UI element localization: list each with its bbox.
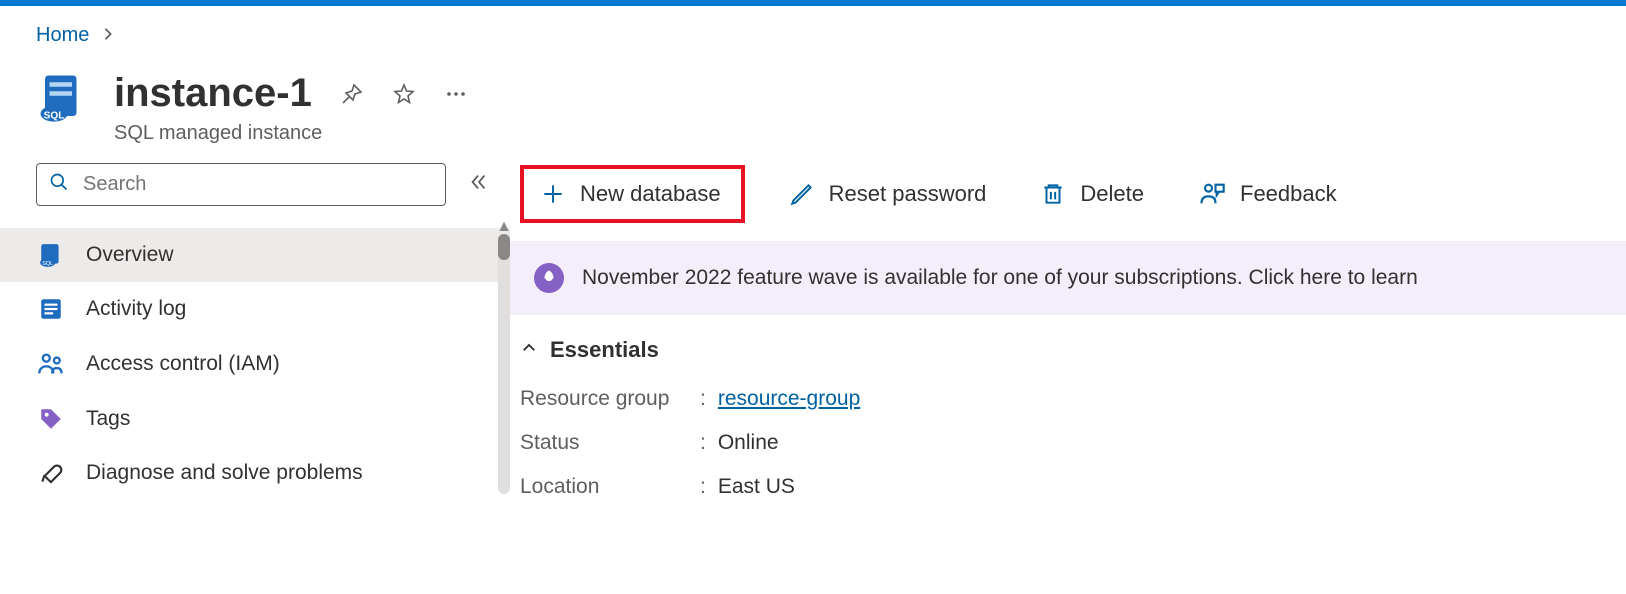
sidebar-item-label: Overview bbox=[86, 243, 174, 267]
main-content: New database Reset password Delete Feedb… bbox=[510, 153, 1626, 509]
sidebar-item-diagnose[interactable]: Diagnose and solve problems bbox=[0, 446, 510, 500]
svg-text:SQL: SQL bbox=[44, 110, 65, 121]
pin-button[interactable] bbox=[336, 78, 368, 110]
colon: : bbox=[700, 475, 718, 499]
feedback-icon bbox=[1198, 180, 1226, 208]
essentials-toggle[interactable]: Essentials bbox=[510, 315, 1626, 377]
access-control-icon bbox=[36, 350, 66, 378]
breadcrumb: Home bbox=[0, 6, 1626, 47]
sidebar-item-label: Activity log bbox=[86, 297, 186, 321]
sidebar-item-access-control[interactable]: Access control (IAM) bbox=[0, 336, 510, 392]
feedback-button[interactable]: Feedback bbox=[1188, 174, 1347, 214]
breadcrumb-home-link[interactable]: Home bbox=[36, 24, 89, 47]
colon: : bbox=[700, 431, 718, 455]
colon: : bbox=[700, 387, 718, 411]
essentials-row-resource-group: Resource group : resource-group bbox=[520, 377, 1626, 421]
pencil-icon bbox=[789, 181, 815, 207]
sidebar-item-label: Tags bbox=[86, 407, 130, 431]
sidebar: ▲ SQL Overview Activity log A bbox=[0, 153, 510, 500]
sql-instance-icon: SQL bbox=[36, 242, 66, 268]
trash-icon bbox=[1040, 181, 1066, 207]
resource-group-link[interactable]: resource-group bbox=[718, 387, 860, 410]
more-actions-button[interactable] bbox=[440, 78, 472, 110]
chevron-right-icon bbox=[101, 24, 115, 47]
collapse-sidebar-button[interactable] bbox=[468, 171, 490, 199]
highlight-annotation: New database bbox=[520, 165, 745, 223]
essentials-label: Status bbox=[520, 431, 700, 455]
scrollbar-thumb[interactable] bbox=[498, 234, 510, 260]
scrollbar-track[interactable] bbox=[498, 234, 510, 494]
essentials-table: Resource group : resource-group Status :… bbox=[510, 377, 1626, 509]
diagnose-icon bbox=[36, 460, 66, 486]
sidebar-item-overview[interactable]: SQL Overview bbox=[0, 228, 510, 282]
sidebar-item-activity-log[interactable]: Activity log bbox=[0, 282, 510, 336]
delete-button[interactable]: Delete bbox=[1030, 175, 1154, 213]
essentials-label: Location bbox=[520, 475, 700, 499]
info-banner[interactable]: November 2022 feature wave is available … bbox=[510, 241, 1626, 315]
banner-text: November 2022 feature wave is available … bbox=[582, 266, 1418, 290]
search-input[interactable] bbox=[81, 172, 433, 197]
location-value: East US bbox=[718, 475, 795, 499]
essentials-header-label: Essentials bbox=[550, 337, 659, 363]
essentials-row-status: Status : Online bbox=[520, 421, 1626, 465]
activity-log-icon bbox=[36, 296, 66, 322]
reset-password-button[interactable]: Reset password bbox=[779, 175, 997, 213]
svg-text:SQL: SQL bbox=[42, 261, 53, 267]
page-header: SQL instance-1 SQL managed instance bbox=[0, 47, 1626, 153]
essentials-row-location: Location : East US bbox=[520, 465, 1626, 509]
nav-list: ▲ SQL Overview Activity log A bbox=[0, 228, 510, 500]
plus-icon bbox=[540, 181, 566, 207]
sidebar-item-tags[interactable]: Tags bbox=[0, 392, 510, 446]
feedback-label: Feedback bbox=[1240, 181, 1337, 207]
new-database-button[interactable]: New database bbox=[530, 175, 731, 213]
essentials-label: Resource group bbox=[520, 387, 700, 411]
sql-managed-instance-icon: SQL bbox=[36, 71, 90, 125]
command-toolbar: New database Reset password Delete Feedb… bbox=[510, 159, 1626, 241]
status-value: Online bbox=[718, 431, 779, 455]
chevron-up-icon bbox=[520, 337, 538, 363]
sidebar-item-label: Access control (IAM) bbox=[86, 352, 280, 376]
delete-label: Delete bbox=[1080, 181, 1144, 207]
page-title: instance-1 bbox=[114, 71, 312, 116]
page-subtitle: SQL managed instance bbox=[114, 122, 472, 145]
rocket-icon bbox=[534, 263, 564, 293]
reset-password-label: Reset password bbox=[829, 181, 987, 207]
tags-icon bbox=[36, 406, 66, 432]
new-database-label: New database bbox=[580, 181, 721, 207]
search-icon bbox=[49, 172, 69, 197]
favorite-button[interactable] bbox=[388, 78, 420, 110]
sidebar-item-label: Diagnose and solve problems bbox=[86, 461, 363, 485]
search-input-wrapper[interactable] bbox=[36, 163, 446, 206]
